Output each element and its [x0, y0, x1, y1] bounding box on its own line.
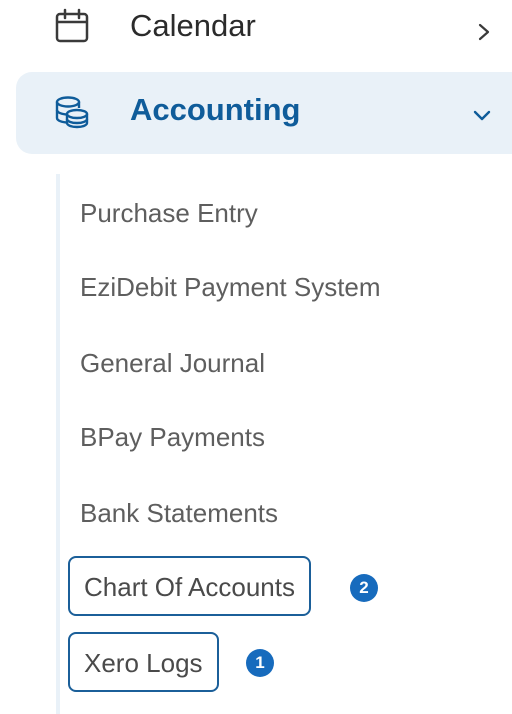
submenu-item-purchase-entry[interactable]: Purchase Entry [80, 198, 258, 228]
chevron-down-icon[interactable] [472, 106, 492, 126]
nav-item-calendar-label: Calendar [130, 8, 256, 43]
nav-item-accounting-label: Accounting [130, 92, 301, 127]
annotation-badge: 1 [246, 649, 274, 677]
nav-item-calendar[interactable]: Calendar [0, 0, 512, 56]
chevron-right-icon[interactable] [474, 22, 494, 42]
database-icon [55, 96, 89, 129]
submenu-item-bank-statements[interactable]: Bank Statements [80, 498, 278, 528]
accounting-submenu: Purchase Entry EziDebit Payment System G… [56, 174, 512, 714]
submenu-item-general-journal[interactable]: General Journal [80, 348, 265, 378]
submenu-item-chart-of-accounts[interactable]: Chart Of Accounts [68, 556, 311, 616]
annotation-badge: 2 [350, 574, 378, 602]
calendar-icon [55, 8, 89, 43]
submenu-item-ezidebit-payment-system[interactable]: EziDebit Payment System [80, 272, 381, 302]
nav-item-accounting[interactable]: Accounting [16, 72, 512, 154]
submenu-item-xero-logs[interactable]: Xero Logs [68, 632, 219, 692]
submenu-item-bpay-payments[interactable]: BPay Payments [80, 422, 265, 452]
